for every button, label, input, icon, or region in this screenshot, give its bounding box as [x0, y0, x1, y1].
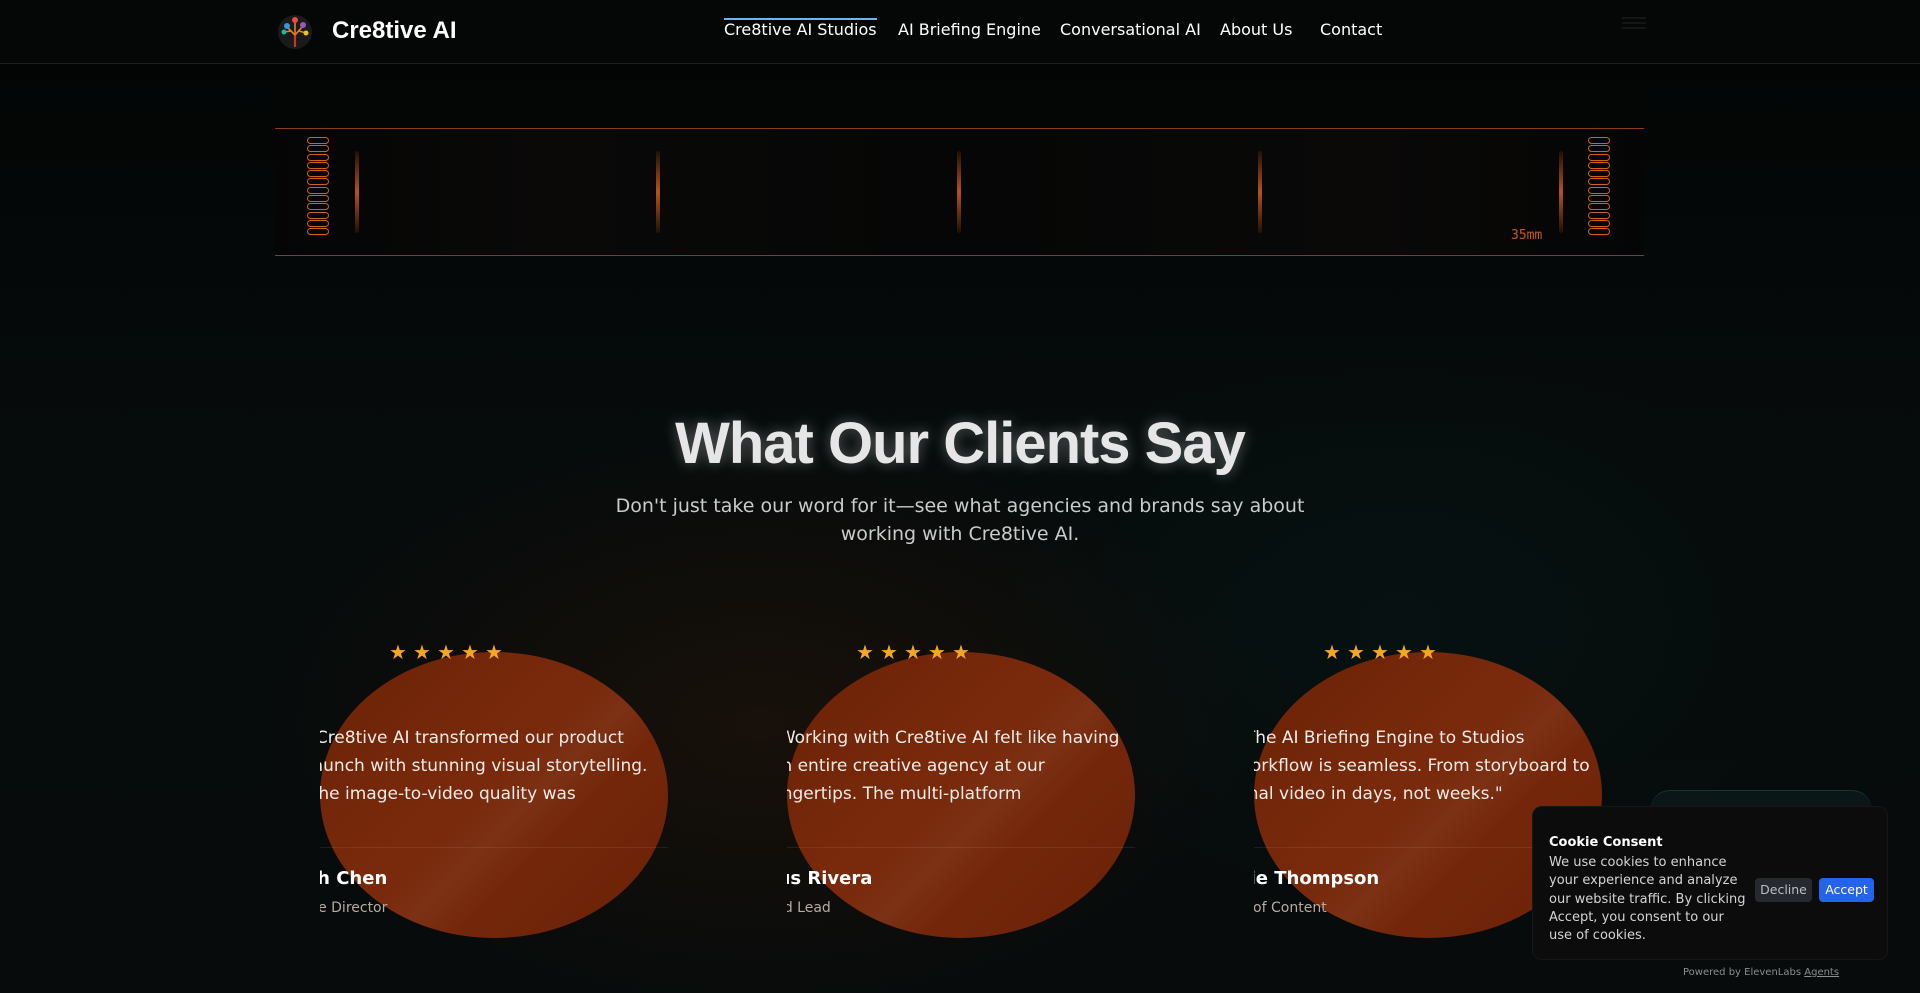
author-role: Head of Content	[1254, 900, 1327, 916]
frame-divider	[1258, 151, 1262, 233]
nav-link-briefing-engine[interactable]: AI Briefing Engine	[898, 20, 1041, 39]
film-strip-header-band	[275, 90, 1644, 128]
nav-link-studios[interactable]: Cre8tive AI Studios	[724, 18, 877, 39]
testimonial-card[interactable]: ★★★★★ "Cre8tive AI transformed our produ…	[268, 640, 688, 940]
decline-button[interactable]: Decline	[1755, 878, 1812, 902]
card-divider	[787, 847, 1135, 848]
star-icon: ★	[437, 640, 455, 664]
star-icon: ★	[389, 640, 407, 664]
sprocket-holes-left	[307, 137, 331, 237]
cookie-title: Cookie Consent	[1549, 835, 1663, 850]
frame-divider	[656, 151, 660, 233]
accept-button[interactable]: Accept	[1819, 878, 1874, 902]
testimonials-title: What Our Clients Say	[675, 411, 1246, 476]
author-name: Sarah Chen	[320, 868, 388, 889]
author-clip: Sarah Chen Creative Director	[320, 862, 668, 932]
nav-link-contact[interactable]: Contact	[1320, 20, 1382, 39]
menu-icon[interactable]	[1622, 14, 1646, 32]
cookie-consent-banner: Cookie Consent We use cookies to enhance…	[1532, 806, 1888, 960]
powered-by-text: Powered by ElevenLabs	[1683, 967, 1802, 978]
rating-stars: ★ ★ ★ ★ ★	[853, 640, 983, 664]
quote-clip: "Cre8tive AI transformed our product lau…	[320, 724, 668, 814]
film-strip: 35mm	[275, 128, 1644, 256]
star-icon: ★	[1371, 640, 1389, 664]
star-icon: ★	[856, 640, 874, 664]
author-clip: Marcus Rivera Brand Lead	[787, 862, 1135, 932]
site-header: Cre8tive AI Cre8tive AI Studios AI Brief…	[0, 0, 1920, 64]
star-icon: ★	[413, 640, 431, 664]
star-icon: ★	[952, 640, 970, 664]
quote-clip: "Working with Cre8tive AI felt like havi…	[787, 724, 1135, 814]
star-icon: ★	[1323, 640, 1341, 664]
star-icon: ★	[485, 640, 503, 664]
testimonials-subtitle: Don't just take our word for it—see what…	[615, 495, 1305, 545]
star-icon: ★	[461, 640, 479, 664]
author-name: Jamie Thompson	[1254, 868, 1380, 889]
star-icon: ★	[1419, 640, 1437, 664]
author-role: Creative Director	[320, 900, 388, 916]
nav-link-conversational-ai[interactable]: Conversational AI	[1060, 20, 1201, 39]
powered-by-badge: Powered by ElevenLabs Agents	[1683, 967, 1839, 978]
rating-stars: ★ ★ ★ ★ ★	[386, 640, 516, 664]
nav-link-about[interactable]: About Us	[1220, 20, 1292, 39]
quote-clip: "The AI Briefing Engine to Studios workf…	[1254, 724, 1602, 814]
star-icon: ★	[904, 640, 922, 664]
frame-divider	[1559, 151, 1563, 233]
agents-link[interactable]: Agents	[1804, 967, 1839, 978]
frame-divider	[957, 151, 961, 233]
cookie-message: We use cookies to enhance your experienc…	[1549, 855, 1746, 944]
star-icon: ★	[928, 640, 946, 664]
star-icon: ★	[1347, 640, 1365, 664]
author-name: Marcus Rivera	[787, 868, 873, 889]
rating-stars: ★ ★ ★ ★ ★	[1320, 640, 1450, 664]
film-format-label: 35mm	[1511, 228, 1543, 243]
frame-divider	[355, 151, 359, 233]
star-icon: ★	[1395, 640, 1413, 664]
testimonial-card[interactable]: ★★★★★ "Working with Cre8tive AI felt lik…	[735, 640, 1155, 940]
sprocket-holes-right	[1588, 137, 1612, 237]
testimonial-quote: "Working with Cre8tive AI felt like havi…	[787, 728, 1120, 814]
star-icon: ★	[880, 640, 898, 664]
author-role: Brand Lead	[787, 900, 831, 916]
card-divider	[320, 847, 668, 848]
testimonial-quote: "Cre8tive AI transformed our product lau…	[320, 728, 648, 814]
testimonial-quote: "The AI Briefing Engine to Studios workf…	[1254, 728, 1590, 804]
